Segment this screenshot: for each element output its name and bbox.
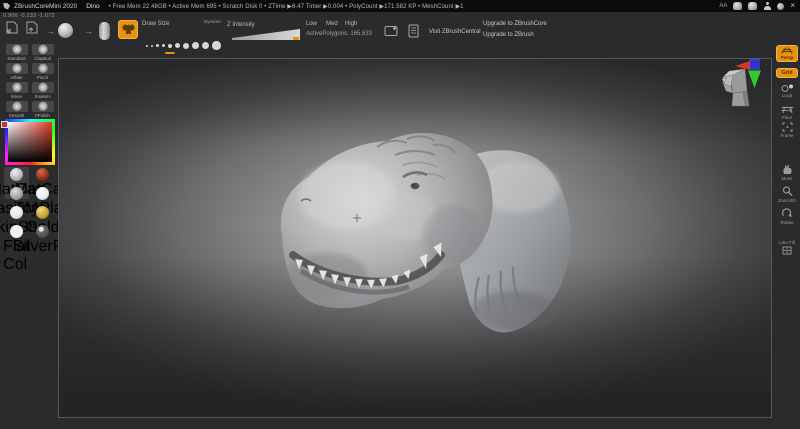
magnifier-icon xyxy=(782,186,793,197)
resolution-low-button[interactable]: Low xyxy=(306,21,317,27)
z-intensity-slider[interactable] xyxy=(232,29,300,40)
restore-sphere-button[interactable] xyxy=(58,23,73,38)
frame-button[interactable]: Frame xyxy=(776,122,798,138)
resolution-high-button[interactable]: High xyxy=(345,21,357,27)
left-palette: Standard ClayBuil Inflate Pinch Move Sna… xyxy=(0,44,57,429)
zbrush-logo-icon xyxy=(3,3,10,10)
sphere-icon[interactable] xyxy=(777,3,784,10)
material-thumb xyxy=(36,187,49,200)
brush-thumb xyxy=(32,101,54,112)
screenshot-button[interactable] xyxy=(384,25,398,37)
material-thumb xyxy=(10,187,23,200)
material-thumb xyxy=(10,168,23,181)
arrow-icon: → xyxy=(84,26,93,36)
floor-button[interactable]: Floor xyxy=(776,106,798,120)
right-shelf: Persp Grid Local Floor xyxy=(772,44,800,429)
brush-snakehook[interactable]: SnakeH xyxy=(30,82,55,99)
z-intensity-marker xyxy=(293,37,299,40)
axis-gizmo[interactable] xyxy=(735,57,765,89)
title-bar: ZBrushCoreMini 2020 Dino • Free Mem 22.4… xyxy=(0,0,800,12)
trex-sculpt[interactable] xyxy=(257,125,587,340)
line-fill-icon xyxy=(782,246,792,255)
local-icon xyxy=(781,84,794,92)
grid-button[interactable]: Grid xyxy=(776,68,798,78)
material-thumb xyxy=(10,206,23,219)
close-icon[interactable]: × xyxy=(790,2,795,10)
rotate-button[interactable]: Rotate xyxy=(776,208,798,225)
material-thumb xyxy=(10,225,23,238)
material-thumb xyxy=(36,225,49,238)
restore-cylinder-button[interactable] xyxy=(99,22,110,40)
material-thumb xyxy=(36,206,49,219)
brush-thumb xyxy=(32,82,54,93)
save-project-button[interactable] xyxy=(25,21,38,35)
upgrade-zbrush-link[interactable]: Upgrade to ZBrush xyxy=(483,32,534,38)
brush-thumb xyxy=(6,44,28,55)
coords-readout: 0.906 -0.133 -1.672 xyxy=(3,13,55,19)
color-picker[interactable] xyxy=(5,119,55,165)
brush-pinch[interactable]: Pinch xyxy=(30,63,55,80)
visit-zbrushcentral-link[interactable]: Visit ZBrushCentral xyxy=(429,29,481,35)
butterfly-icon xyxy=(121,23,136,36)
document-canvas[interactable] xyxy=(58,58,772,418)
resolution-med-button[interactable]: Med xyxy=(326,21,338,27)
document-name: Dino xyxy=(86,3,99,10)
hand-icon[interactable] xyxy=(733,2,742,10)
arrow-icon: → xyxy=(46,26,55,36)
hand-icon[interactable] xyxy=(748,2,757,10)
brush-inflate[interactable]: Inflate xyxy=(4,63,29,80)
brush-standard[interactable]: Standard xyxy=(4,44,29,61)
line-fill-button[interactable]: Line Fill xyxy=(776,240,798,255)
brush-thumb xyxy=(32,44,54,55)
brush-thumb xyxy=(32,63,54,74)
material-silverpearl[interactable]: SilverPe xyxy=(30,224,55,256)
brush-hpolish[interactable]: hPolish xyxy=(30,101,55,118)
brush-thumb xyxy=(6,63,28,74)
x-axis-cone xyxy=(735,61,750,70)
brush-thumb xyxy=(6,82,28,93)
move-button[interactable]: Move xyxy=(776,164,798,181)
symmetry-button[interactable] xyxy=(118,20,138,39)
brush-thumb xyxy=(6,101,28,112)
zoom3d-button[interactable]: Zoom3D xyxy=(776,186,798,203)
draw-size-dots[interactable] xyxy=(146,39,224,52)
brush-claybuildup[interactable]: ClayBuil xyxy=(30,44,55,61)
upgrade-zbrushcore-link[interactable]: Upgrade to ZBrushCore xyxy=(483,21,547,27)
brush-move[interactable]: Move xyxy=(4,82,29,99)
dynamic-label: Dynamic xyxy=(204,19,222,24)
selected-color-swatch xyxy=(1,121,8,128)
draw-size-label: Draw Size xyxy=(142,21,169,27)
app-title: ZBrushCoreMini 2020 xyxy=(14,3,77,10)
persp-button[interactable]: Persp xyxy=(776,45,798,62)
color-picker-gradient[interactable] xyxy=(8,122,52,162)
antialias-toggle[interactable]: AA xyxy=(719,3,727,9)
z-intensity-label: Z Intensity xyxy=(227,22,255,28)
y-axis-cone xyxy=(748,71,761,89)
memory-stats: • Free Mem 22.48GB • Active Mem 695 • Sc… xyxy=(109,3,464,10)
open-project-button[interactable] xyxy=(5,21,18,35)
zclassroom-button[interactable] xyxy=(407,24,420,38)
rotate-icon xyxy=(781,208,793,219)
floor-icon xyxy=(781,106,794,114)
top-shelf: 0.906 -0.133 -1.672 → → Draw Size Dynami… xyxy=(0,12,800,44)
draw-size-active-marker xyxy=(165,52,175,54)
zbrushcoremini-window: ZBrushCoreMini 2020 Dino • Free Mem 22.4… xyxy=(0,0,800,429)
persp-grid-icon xyxy=(781,47,793,54)
active-polygons-readout: ActivePolygons: 165,633 xyxy=(306,31,372,37)
user-icon[interactable] xyxy=(763,2,771,10)
brush-smooth[interactable]: Smooth xyxy=(4,101,29,118)
material-thumb xyxy=(36,168,49,181)
hand-icon xyxy=(782,164,793,175)
z-axis-cube xyxy=(750,60,759,70)
local-button[interactable]: Local xyxy=(776,84,798,98)
frame-icon xyxy=(782,122,793,132)
